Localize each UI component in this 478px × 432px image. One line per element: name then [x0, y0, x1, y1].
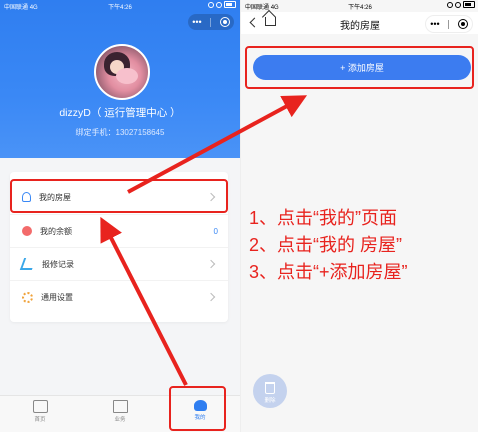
chevron-right-icon — [206, 259, 216, 269]
delete-button[interactable]: 删除 — [253, 374, 287, 408]
tab-label: 业务 — [114, 417, 126, 423]
headphone-icon — [216, 1, 222, 8]
tab-label: 首页 — [34, 417, 46, 423]
menu-item-label: 我的余额 — [40, 226, 72, 236]
balance-count: 0 — [213, 226, 218, 236]
home-icon — [32, 400, 48, 413]
status-bar: 中国联通 4G 下午4:26 — [0, 0, 240, 12]
menu-item-settings[interactable]: 通用设置 — [10, 280, 228, 313]
highlight-my-house — [10, 179, 228, 213]
highlight-add-house — [245, 46, 474, 89]
chevron-right-icon — [206, 292, 216, 302]
highlight-mine-tab — [169, 386, 226, 431]
menu-item-label: 通用设置 — [41, 292, 73, 302]
user-name: dizzyD（ 运行管理中心 ） — [59, 107, 181, 119]
gear-icon — [22, 291, 33, 303]
miniprogram-capsule: ••• — [188, 14, 234, 30]
user-phone: 绑定手机：13027158645 — [75, 128, 165, 137]
instruction-step-3: 3、点击“+添加房屋” — [249, 262, 408, 282]
more-button[interactable]: ••• — [430, 19, 439, 29]
alarm-icon — [447, 1, 453, 8]
status-bar: 中国联通 4G 下午4:26 — [241, 0, 478, 12]
battery-icon — [463, 1, 475, 8]
headphone-icon — [455, 1, 461, 8]
close-miniprogram-button[interactable] — [457, 19, 468, 29]
status-time: 下午4:26 — [108, 5, 132, 11]
tab-business[interactable]: 业务 — [100, 400, 140, 423]
status-time: 下午4:26 — [348, 5, 372, 11]
miniprogram-capsule: ••• — [425, 15, 473, 33]
trash-icon — [265, 382, 275, 394]
document-icon — [112, 400, 128, 413]
instruction-step-2: 2、点击“我的 房屋” — [249, 235, 402, 255]
instruction-step-1: 1、点击“我的”页面 — [249, 208, 397, 228]
close-miniprogram-button[interactable] — [219, 17, 230, 27]
alarm-icon — [208, 1, 214, 8]
menu-item-label: 报修记录 — [42, 259, 74, 269]
tab-home[interactable]: 首页 — [20, 400, 60, 423]
menu-item-balance[interactable]: 我的余额 0 — [10, 214, 228, 247]
battery-icon — [224, 1, 236, 8]
money-bag-icon — [22, 226, 32, 236]
avatar — [94, 44, 150, 100]
delete-label: 删除 — [264, 398, 276, 404]
instructions: 1、点击“我的”页面 2、点击“我的 房屋” 3、点击“+添加房屋” — [249, 205, 408, 286]
menu-item-repair-records[interactable]: 报修记录 — [10, 247, 228, 280]
more-button[interactable]: ••• — [192, 17, 201, 27]
repair-icon — [19, 258, 37, 270]
left-phone-screen: 中国联通 4G 下午4:26 ••• dizzyD（ 运行管理中心 ） 绑定手机… — [0, 0, 240, 432]
